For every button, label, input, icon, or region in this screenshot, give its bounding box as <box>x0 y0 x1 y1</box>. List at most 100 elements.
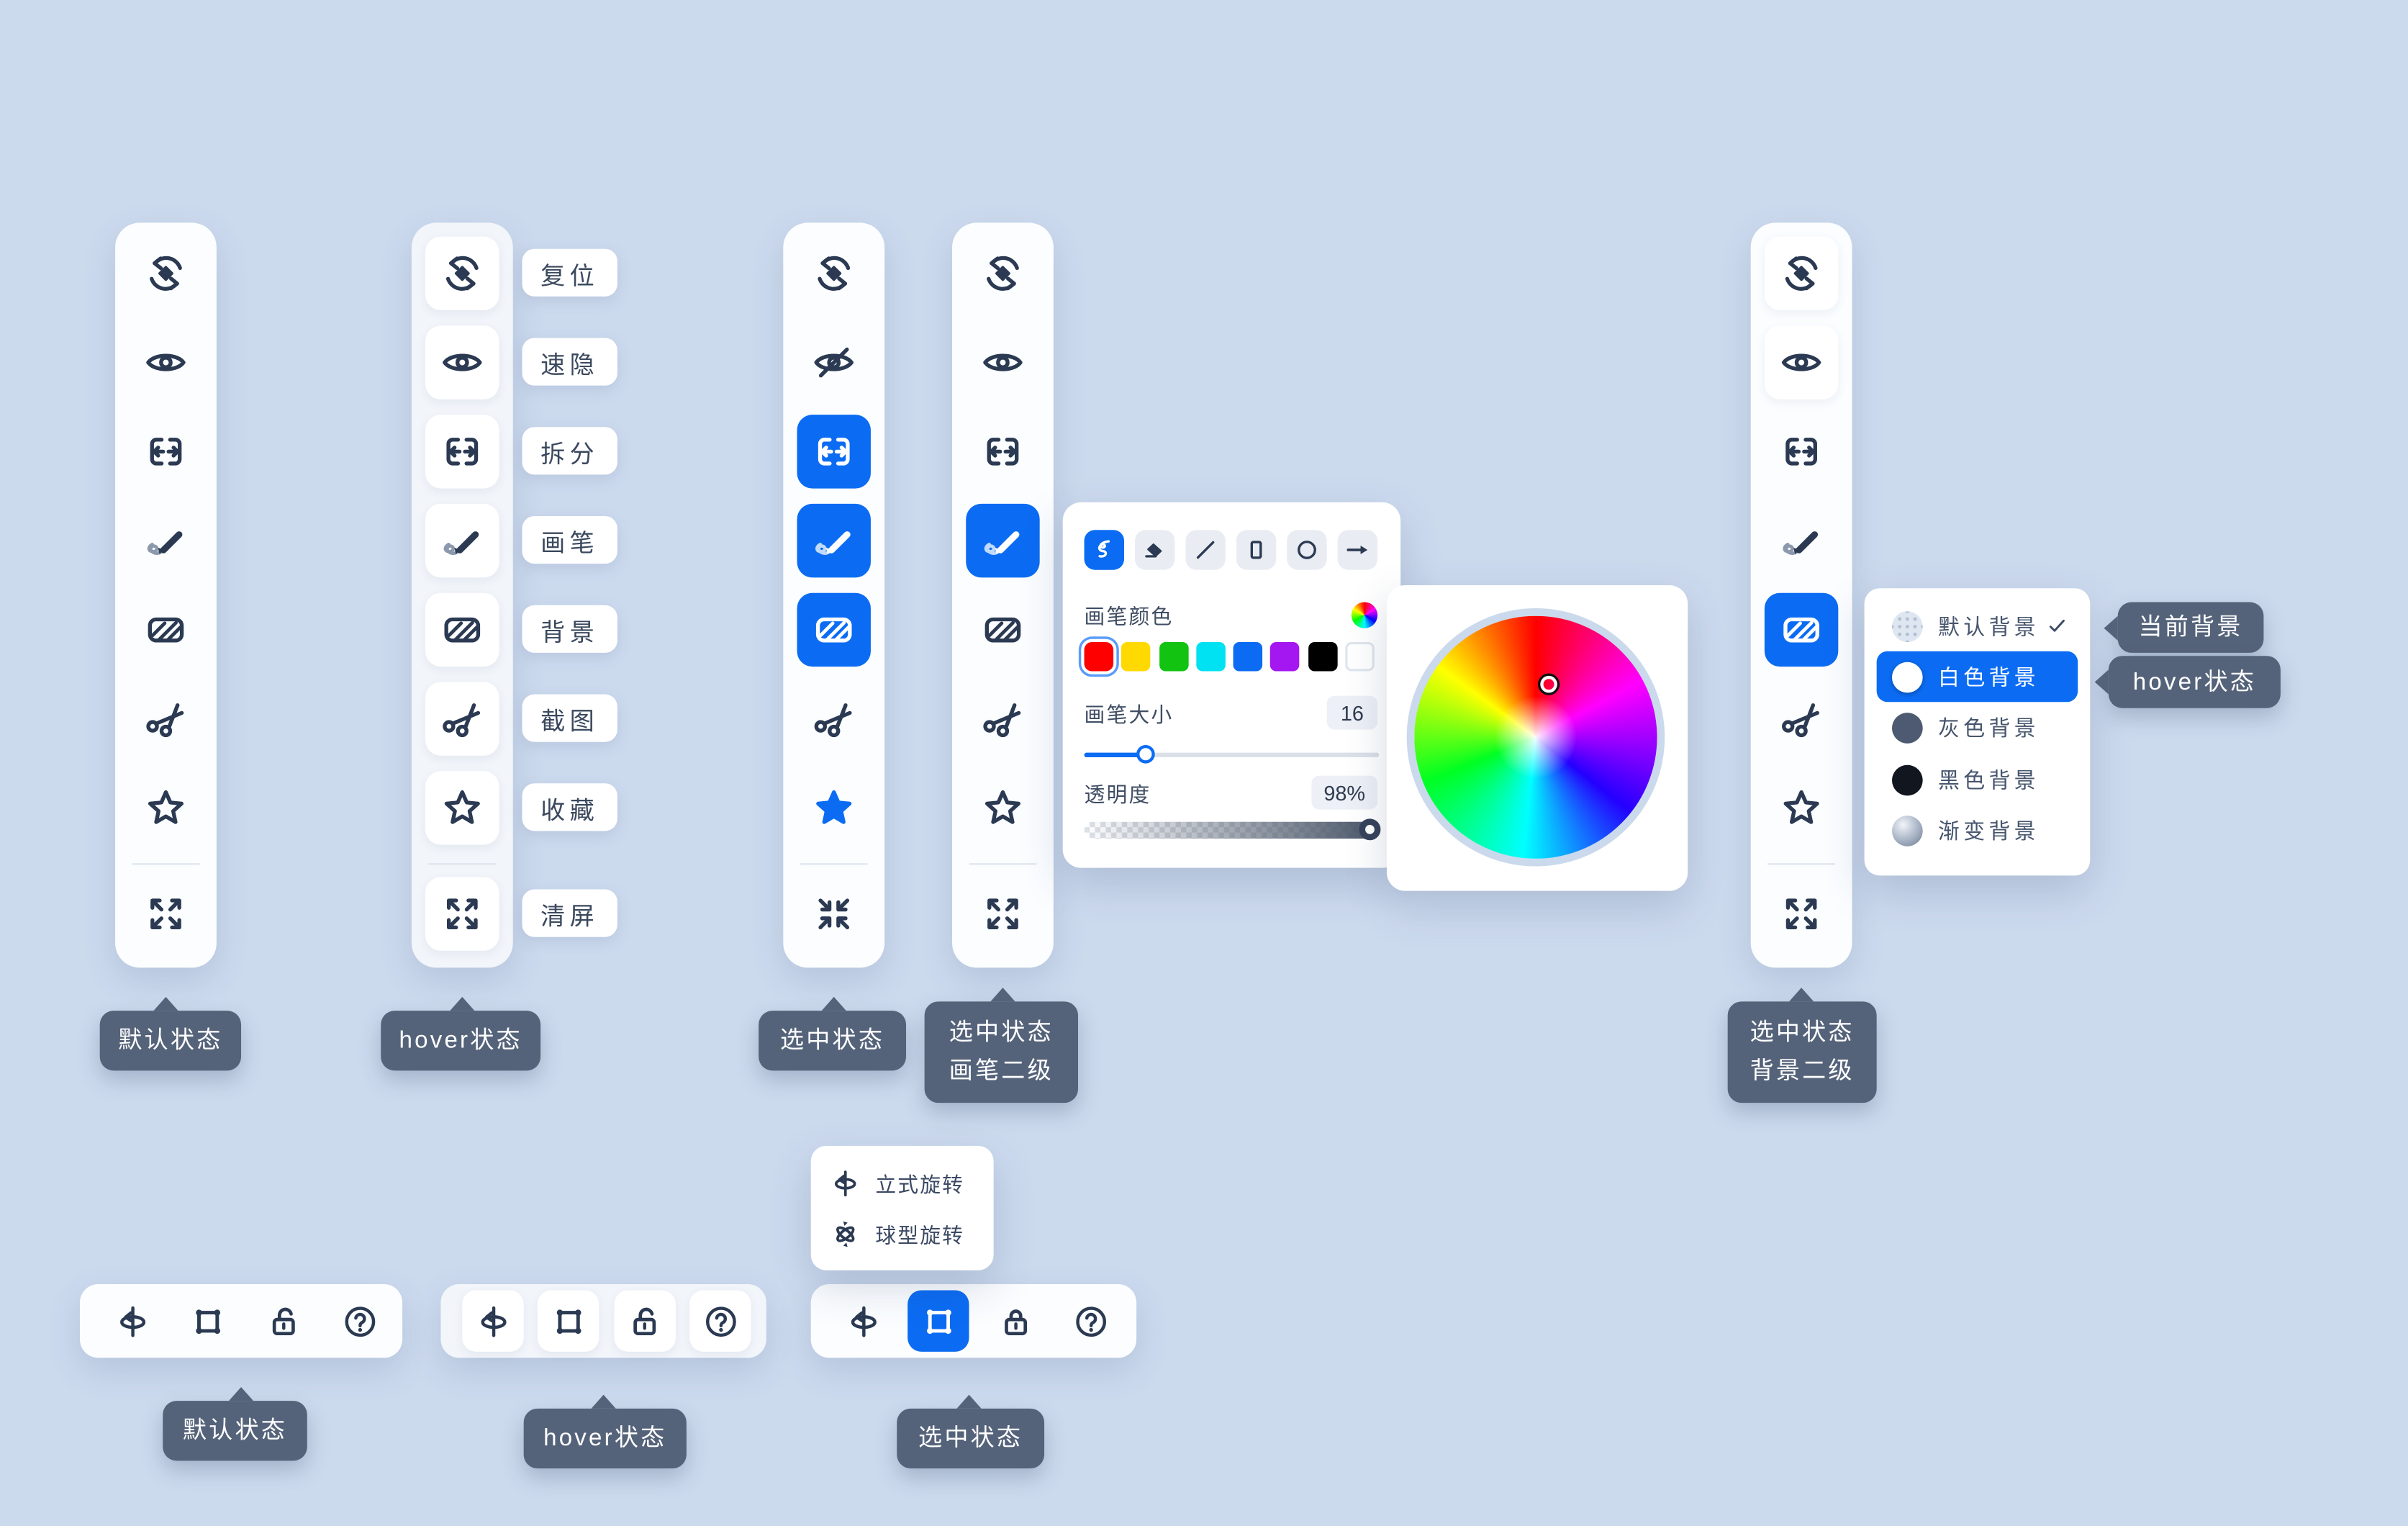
background-button[interactable] <box>1765 593 1838 667</box>
color-wheel-icon[interactable] <box>1352 601 1377 627</box>
reset-button[interactable] <box>129 237 202 310</box>
rotate-button[interactable] <box>101 1291 163 1352</box>
color-swatch-4[interactable] <box>1234 642 1263 672</box>
favorite-button[interactable] <box>129 771 202 844</box>
help-button[interactable] <box>329 1291 390 1352</box>
favorite-button[interactable] <box>1765 771 1838 844</box>
arrow-icon <box>1344 536 1371 564</box>
pen-icon <box>1778 518 1824 564</box>
quick-hide-button[interactable] <box>797 325 871 399</box>
split-button[interactable] <box>966 415 1039 488</box>
split-button[interactable] <box>425 415 499 488</box>
ellipse-tool-button[interactable] <box>1287 530 1326 569</box>
toolbar-divider <box>132 863 200 864</box>
background-button[interactable] <box>797 593 871 667</box>
opacity-slider[interactable] <box>1085 822 1380 839</box>
split-button[interactable] <box>797 415 871 488</box>
help-button[interactable] <box>1059 1291 1121 1352</box>
pen-button[interactable] <box>1765 504 1838 577</box>
color-wheel[interactable] <box>1407 608 1665 867</box>
rotate-button[interactable] <box>462 1291 523 1352</box>
frame-icon <box>549 1302 587 1340</box>
lock-open-icon <box>626 1302 664 1340</box>
transform-button[interactable] <box>176 1291 237 1352</box>
pen-button[interactable] <box>966 504 1039 577</box>
quick-hide-button[interactable] <box>425 325 499 399</box>
pen-size-slider[interactable] <box>1085 745 1380 764</box>
expand-icon <box>979 891 1026 937</box>
menu-item-default-bg[interactable]: 默认背景 <box>1877 600 2078 651</box>
pen-button[interactable] <box>425 504 499 577</box>
pen-button[interactable] <box>129 504 202 577</box>
clear-screen-button[interactable] <box>129 877 202 950</box>
color-swatch-7[interactable] <box>1345 642 1375 672</box>
quick-hide-button[interactable] <box>966 325 1039 399</box>
pen-size-value: 16 <box>1327 696 1377 730</box>
clear-screen-button[interactable] <box>797 877 871 950</box>
reset-button[interactable] <box>1765 237 1838 310</box>
color-swatch-5[interactable] <box>1271 642 1300 672</box>
expand-icon <box>439 891 485 937</box>
reset-button[interactable] <box>966 237 1039 310</box>
screenshot-button[interactable] <box>129 682 202 755</box>
menu-item-white-bg[interactable]: 白色背景 <box>1877 652 2078 703</box>
pen-color-label: 画笔颜色 <box>1085 599 1174 630</box>
tooltip-arrow <box>956 1395 981 1409</box>
background-button[interactable] <box>966 593 1039 667</box>
menu-item-vertical-rotate[interactable]: 立式旋转 <box>811 1158 994 1207</box>
transform-button[interactable] <box>907 1291 969 1352</box>
background-button[interactable] <box>425 593 499 667</box>
tooltip-arrow <box>2095 669 2109 694</box>
favorite-button[interactable] <box>797 771 871 844</box>
background-button[interactable] <box>129 593 202 667</box>
pen-tools-row <box>1085 530 1378 569</box>
screenshot-button[interactable] <box>797 682 871 755</box>
transform-button[interactable] <box>538 1291 599 1352</box>
help-icon <box>340 1302 379 1340</box>
rectangle-tool-button[interactable] <box>1236 530 1276 569</box>
color-swatch-0[interactable] <box>1085 642 1114 672</box>
lock-button[interactable] <box>253 1291 314 1352</box>
screenshot-button[interactable] <box>966 682 1039 755</box>
eraser-tool-button[interactable] <box>1135 530 1174 569</box>
menu-item-sphere-rotate[interactable]: 球型旋转 <box>811 1209 994 1258</box>
check-icon <box>2045 615 2068 638</box>
rotate-button[interactable] <box>833 1291 894 1352</box>
pen-size-thumb[interactable] <box>1137 745 1156 764</box>
menu-item-gray-bg[interactable]: 灰色背景 <box>1877 703 2078 754</box>
split-button[interactable] <box>129 415 202 488</box>
scissors-icon <box>811 696 857 742</box>
quick-hide-button[interactable] <box>1765 325 1838 399</box>
color-swatch-1[interactable] <box>1121 642 1151 672</box>
line-tool-button[interactable] <box>1185 530 1225 569</box>
eye-icon <box>142 340 189 386</box>
reset-button[interactable] <box>425 237 499 310</box>
screenshot-button[interactable] <box>425 682 499 755</box>
clear-screen-button[interactable] <box>425 877 499 950</box>
favorite-button[interactable] <box>966 771 1039 844</box>
color-swatch-6[interactable] <box>1308 642 1338 672</box>
color-swatch-2[interactable] <box>1159 642 1188 672</box>
color-swatch-3[interactable] <box>1196 642 1226 672</box>
clear-screen-button[interactable] <box>966 877 1039 950</box>
squiggle-icon <box>1090 536 1118 564</box>
bottom-toolbar-selected-state <box>811 1284 1136 1358</box>
arrow-tool-button[interactable] <box>1338 530 1377 569</box>
lock-button[interactable] <box>985 1291 1046 1352</box>
reset-button[interactable] <box>797 237 871 310</box>
lock-button[interactable] <box>615 1291 676 1352</box>
color-wheel-selector[interactable] <box>1540 676 1557 692</box>
clear-screen-button[interactable] <box>1765 877 1838 950</box>
menu-item-gradient-bg[interactable]: 渐变背景 <box>1877 805 2078 856</box>
quick-hide-button[interactable] <box>129 325 202 399</box>
freehand-tool-button[interactable] <box>1085 530 1124 569</box>
pen-button[interactable] <box>797 504 871 577</box>
screenshot-button[interactable] <box>1765 682 1838 755</box>
favorite-button[interactable] <box>425 771 499 844</box>
split-button[interactable] <box>1765 415 1838 488</box>
frame-icon <box>919 1302 957 1340</box>
opacity-thumb[interactable] <box>1359 818 1381 840</box>
menu-item-black-bg[interactable]: 黑色背景 <box>1877 754 2078 805</box>
help-button[interactable] <box>689 1291 751 1352</box>
reset-icon <box>811 250 857 297</box>
